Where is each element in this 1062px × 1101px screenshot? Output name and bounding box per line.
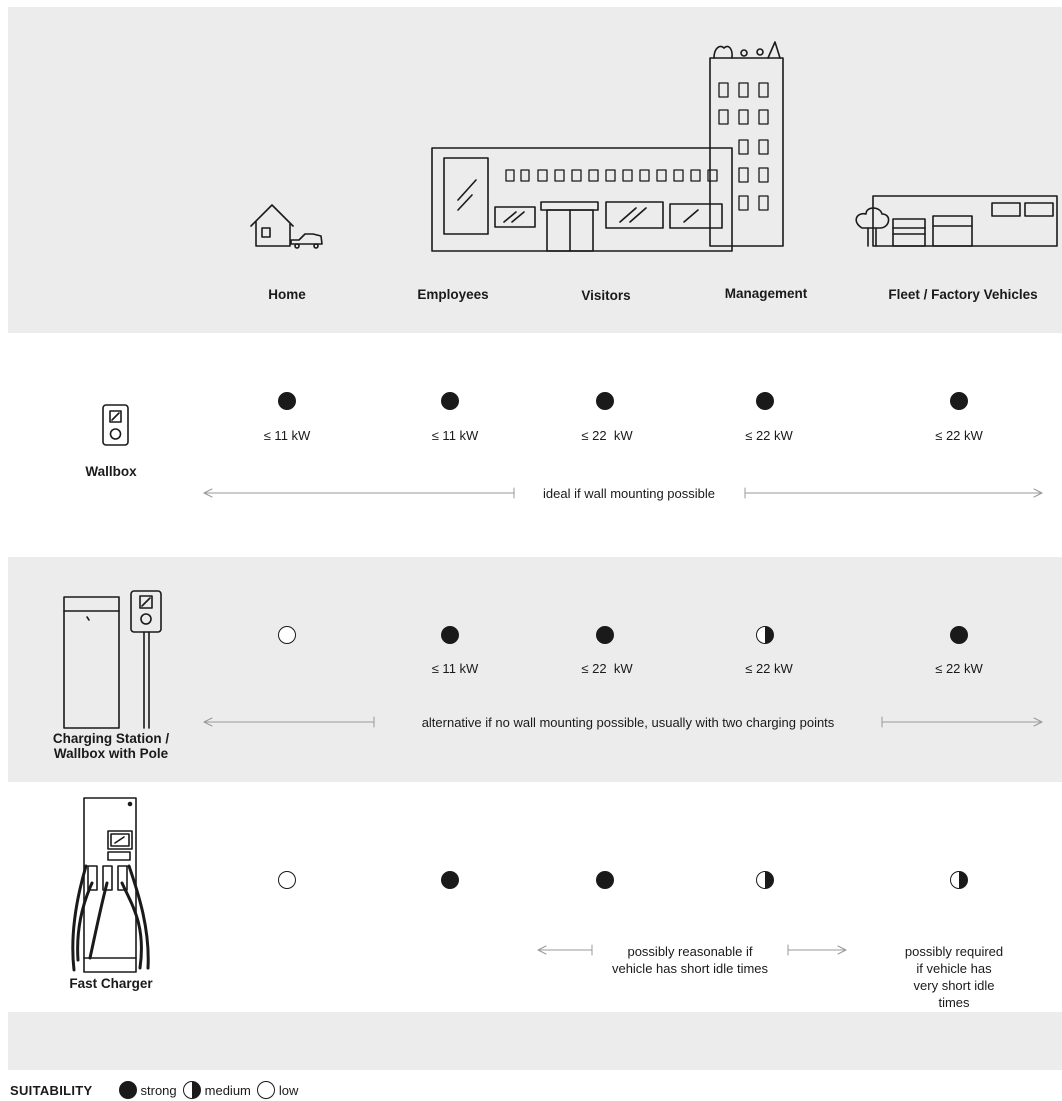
power-rating: ≤ 22 kW: [745, 661, 793, 676]
suitability-dot: [950, 626, 968, 644]
fast-charger-note-reasonable: possibly reasonable if vehicle has short…: [611, 944, 769, 976]
factory-building-icon: [856, 196, 1057, 246]
car-icon: [291, 234, 322, 248]
suitability-dot: [278, 871, 296, 889]
low-dot-icon: [256, 1081, 275, 1099]
fast-charger-note-required: possibly required if vehicle has very sh…: [904, 944, 1004, 1010]
row-label-wallbox: Wallbox: [85, 464, 137, 479]
suitability-dot: [441, 392, 459, 410]
power-rating: ≤ 11 kW: [431, 428, 479, 443]
power-rating: ≤ 11 kW: [263, 428, 311, 443]
suitability-dot: [756, 626, 774, 644]
charging-station-note: alternative if no wall mounting possible…: [421, 715, 835, 730]
power-rating: ≤ 22 kW: [935, 428, 983, 443]
power-rating: ≤ 22 kW: [581, 661, 633, 676]
medium-dot-icon: [182, 1081, 201, 1099]
legend-label: medium: [204, 1082, 251, 1098]
suitability-dot: [278, 392, 296, 410]
suitability-dot: [950, 392, 968, 410]
column-fleet: Fleet / Factory Vehicles: [888, 287, 1038, 302]
power-rating: ≤ 11 kW: [431, 661, 479, 676]
legend-title: SUITABILITY: [10, 1082, 93, 1098]
suitability-dot: [441, 626, 459, 644]
suitability-dot: [596, 871, 614, 889]
suitability-dot: [596, 626, 614, 644]
wallbox-note: ideal if wall mounting possible: [543, 486, 715, 501]
strong-dot-icon: [118, 1081, 137, 1099]
row-label-fast-charger: Fast Charger: [69, 976, 153, 991]
column-visitors: Visitors: [581, 288, 631, 303]
fast-charger-icon: [73, 798, 148, 972]
suitability-dot: [756, 392, 774, 410]
house-icon: [251, 205, 293, 246]
power-rating: ≤ 22 kW: [581, 428, 633, 443]
legend-label: low: [278, 1082, 299, 1098]
office-building-icon: [432, 42, 783, 251]
power-rating: ≤ 22 kW: [745, 428, 793, 443]
suitability-dot: [278, 626, 296, 644]
wallbox-icon: [103, 405, 128, 445]
suitability-dot: [950, 871, 968, 889]
suitability-legend: SUITABILITY strong medium low: [10, 1080, 304, 1100]
row-label-charging-station: Charging Station / Wallbox with Pole: [52, 731, 170, 761]
legend-label: strong: [140, 1082, 177, 1098]
column-management: Management: [724, 286, 808, 301]
suitability-dot: [596, 392, 614, 410]
suitability-dot: [756, 871, 774, 889]
column-home: Home: [268, 287, 306, 302]
power-rating: ≤ 22 kW: [935, 661, 983, 676]
legend-item-medium: medium: [182, 1081, 251, 1099]
legend-item-strong: strong: [118, 1081, 177, 1099]
legend-item-low: low: [256, 1081, 299, 1099]
suitability-dot: [441, 871, 459, 889]
column-employees: Employees: [417, 287, 489, 302]
charging-station-icon: [64, 591, 161, 728]
